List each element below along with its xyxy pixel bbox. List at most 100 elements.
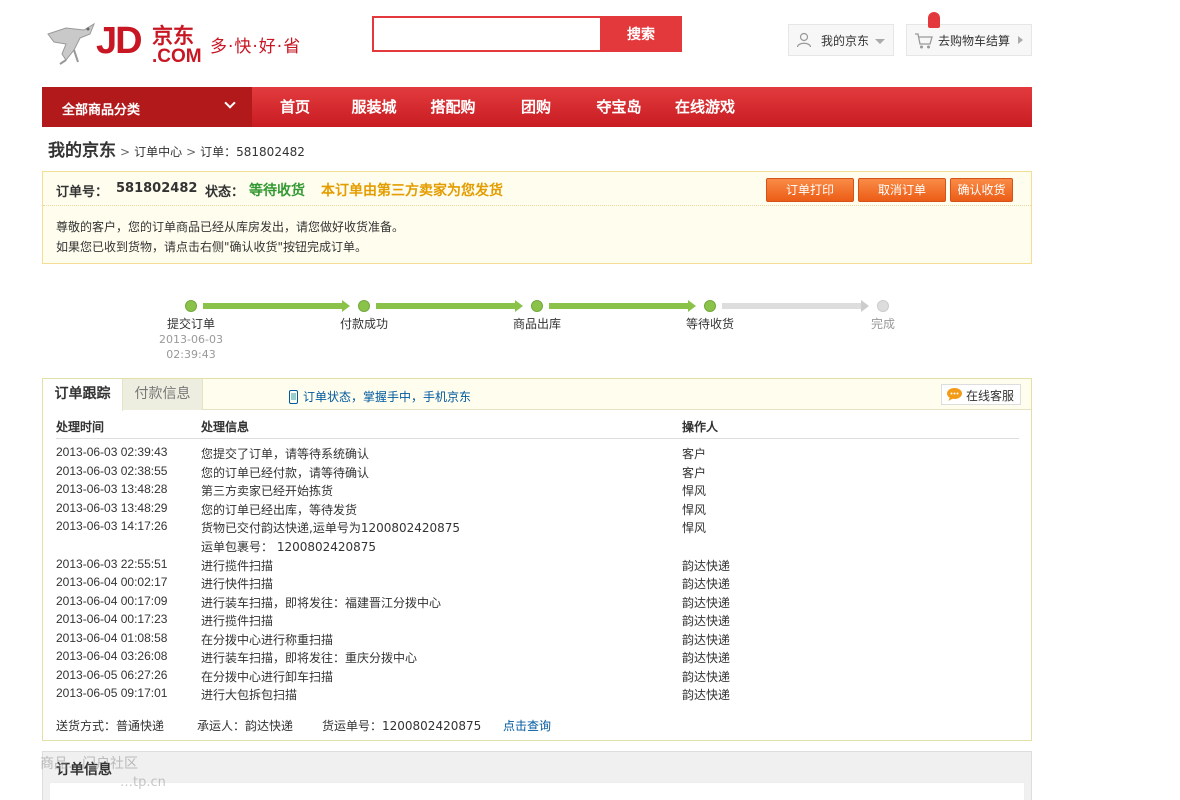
nav-item-treasure-island[interactable]: 夺宝岛 bbox=[576, 87, 662, 127]
row-time: 2013-06-04 03:26:08 bbox=[56, 649, 168, 663]
table-row: 2013-06-04 03:26:08 进行装车扫描，即将发往：重庆分拨中心 韵达快… bbox=[56, 649, 1019, 668]
nav-item-clothing[interactable]: 服装城 bbox=[338, 87, 410, 127]
row-time: 2013-06-05 09:17:01 bbox=[56, 686, 168, 700]
jd-logo-letters: JD bbox=[96, 20, 143, 62]
all-categories-label: 全部商品分类 bbox=[62, 103, 141, 118]
breadcrumb-order-center[interactable]: 订单中心 bbox=[134, 143, 182, 160]
search-input[interactable] bbox=[374, 18, 602, 50]
all-categories-menu[interactable]: 全部商品分类 bbox=[42, 87, 252, 127]
table-row: 运单包裹号： 1200802420875 bbox=[56, 538, 1019, 557]
row-operator: 韵达快递 bbox=[682, 558, 731, 573]
tab-payment-info[interactable]: 付款信息 bbox=[123, 379, 203, 410]
row-info: 货物已交付韵达快递,运单号为1200802420875 bbox=[201, 521, 461, 535]
nav-item-match-buy[interactable]: 搭配购 bbox=[410, 87, 496, 127]
table-row: 2013-06-03 02:39:43 您提交了订单，请等待系统确认 客户 bbox=[56, 445, 1019, 464]
row-operator: 韵达快递 bbox=[682, 688, 731, 702]
row-time: 2013-06-03 13:48:28 bbox=[56, 482, 168, 496]
watermark: 商品…门户社区 bbox=[40, 756, 138, 772]
row-info: 您提交了订单，请等待系统确认 bbox=[201, 447, 370, 461]
cart-button[interactable]: 去购物车结算 bbox=[906, 24, 1032, 56]
row-operator: 客户 bbox=[682, 447, 707, 461]
chat-bubble-icon bbox=[947, 388, 962, 401]
column-header-time: 处理时间 bbox=[56, 420, 105, 434]
progress-bar-3 bbox=[549, 303, 688, 309]
row-info: 运单包裹号： 1200802420875 bbox=[201, 539, 377, 554]
row-info: 进行揽件扫描 bbox=[201, 614, 274, 628]
cancel-order-button[interactable]: 取消订单 bbox=[858, 178, 946, 202]
table-row: 2013-06-04 00:17:23 进行揽件扫描 韵达快递 bbox=[56, 612, 1019, 631]
row-time: 2013-06-03 13:48:29 bbox=[56, 500, 168, 515]
row-info: 您的订单已经出库，等待发货 bbox=[201, 502, 358, 517]
shipping-waybill-number: 货运单号：1200802420875 bbox=[322, 719, 482, 733]
row-operator: 悍风 bbox=[682, 484, 707, 498]
row-time: 2013-06-04 00:17:09 bbox=[56, 593, 168, 608]
shipping-method: 送货方式：普通快递 bbox=[56, 719, 165, 733]
nav-item-group-buy[interactable]: 团购 bbox=[496, 87, 576, 127]
row-info: 您的订单已经付款，请等待确认 bbox=[201, 465, 370, 480]
search-button[interactable]: 搜索 bbox=[600, 16, 682, 52]
online-customer-service-label: 在线客服 bbox=[966, 389, 1015, 403]
row-info: 进行装车扫描，即将发往：重庆分拨中心 bbox=[201, 651, 418, 665]
breadcrumb-current-order: 订单：581802482 bbox=[200, 145, 305, 159]
slogan: 多·快·好·省 bbox=[210, 37, 302, 57]
progress-dot-awaiting bbox=[704, 300, 716, 312]
tracking-table-header: 处理时间 处理信息 操作人 bbox=[56, 416, 1019, 439]
row-operator: 韵达快递 bbox=[682, 595, 731, 610]
row-info: 进行装车扫描，即将发往：福建晋江分拨中心 bbox=[201, 595, 442, 610]
nav-item-home[interactable]: 首页 bbox=[252, 87, 338, 127]
breadcrumb-separator: > bbox=[120, 145, 131, 159]
order-notice-line-1: 尊敬的客户，您的订单商品已经从库房发出，请您做好收货准备。 bbox=[56, 220, 405, 234]
mobile-jd-promo-link[interactable]: 订单状态，掌握手中，手机京东 bbox=[289, 388, 471, 405]
jd-logo[interactable]: JD 京东 .COM 多·快·好·省 bbox=[44, 16, 324, 70]
tab-order-tracking[interactable]: 订单跟踪 bbox=[43, 379, 123, 411]
order-notice-line-2: 如果您已收到货物，请点击右侧"确认收货"按钮完成订单。 bbox=[56, 240, 368, 254]
progress-dot-paid bbox=[358, 300, 370, 312]
chevron-down-icon bbox=[224, 97, 236, 109]
row-operator: 悍风 bbox=[682, 502, 707, 517]
progress-arrow-2 bbox=[515, 300, 523, 312]
chevron-down-icon bbox=[875, 39, 885, 44]
progress-dot-shipped bbox=[531, 300, 543, 312]
row-operator: 悍风 bbox=[682, 521, 707, 535]
row-time: 2013-06-03 14:17:26 bbox=[56, 519, 168, 533]
progress-arrow-4 bbox=[861, 300, 869, 312]
order-status-label: 状态： bbox=[205, 185, 245, 200]
shipping-carrier: 承运人：韵达快递 bbox=[197, 719, 294, 733]
row-operator: 韵达快递 bbox=[682, 669, 731, 684]
row-info: 第三方卖家已经开始拣货 bbox=[201, 484, 334, 498]
row-time: 2013-06-04 00:17:23 bbox=[56, 612, 168, 626]
table-row: 2013-06-04 01:08:58 在分拨中心进行称重扫描 韵达快递 bbox=[56, 631, 1019, 650]
nav-item-online-games[interactable]: 在线游戏 bbox=[662, 87, 748, 127]
progress-arrow-3 bbox=[688, 300, 696, 312]
progress-submit-date: 2013-06-03 bbox=[159, 333, 223, 346]
nav-items: 首页 服装城 搭配购 团购 夺宝岛 在线游戏 bbox=[252, 87, 748, 127]
cart-label: 去购物车结算 bbox=[938, 34, 1011, 48]
progress-arrow-1 bbox=[342, 300, 350, 312]
online-customer-service-button[interactable]: 在线客服 bbox=[941, 384, 1021, 405]
page-title[interactable]: 我的京东 bbox=[48, 136, 116, 161]
row-info: 在分拨中心进行卸车扫描 bbox=[201, 669, 334, 684]
progress-label-submit: 提交订单 bbox=[166, 317, 215, 331]
user-icon bbox=[796, 32, 812, 48]
row-time: 2013-06-05 06:27:26 bbox=[56, 667, 168, 682]
order-info-section: 订单信息 bbox=[42, 751, 1032, 800]
table-row: 2013-06-04 00:02:17 进行快件扫描 韵达快递 bbox=[56, 575, 1019, 594]
tracking-tabs: 订单跟踪 付款信息 订单状态，掌握手中，手机京东 在线客服 bbox=[43, 379, 1031, 411]
track-query-link[interactable]: 点击查询 bbox=[503, 717, 551, 734]
column-header-info: 处理信息 bbox=[201, 420, 250, 434]
progress-bar-4 bbox=[722, 303, 861, 309]
print-order-button[interactable]: 订单打印 bbox=[766, 178, 854, 202]
search-box: 搜索 bbox=[372, 16, 682, 52]
my-jd-dropdown[interactable]: 我的京东 bbox=[788, 24, 894, 56]
progress-submit-time: 02:39:43 bbox=[166, 348, 216, 361]
table-row: 2013-06-03 13:48:28 第三方卖家已经开始拣货 悍风 bbox=[56, 482, 1019, 501]
progress-bar-2 bbox=[376, 303, 515, 309]
progress-label-paid: 付款成功 bbox=[339, 317, 388, 331]
third-party-seller-note: 本订单由第三方卖家为您发货 bbox=[321, 183, 503, 199]
progress-label-awaiting: 等待收货 bbox=[685, 317, 734, 331]
confirm-receipt-button[interactable]: 确认收货 bbox=[950, 178, 1013, 202]
row-operator: 韵达快递 bbox=[682, 577, 731, 591]
chevron-right-icon bbox=[1018, 36, 1023, 44]
row-time: 2013-06-04 01:08:58 bbox=[56, 630, 168, 645]
row-operator: 韵达快递 bbox=[682, 651, 731, 665]
